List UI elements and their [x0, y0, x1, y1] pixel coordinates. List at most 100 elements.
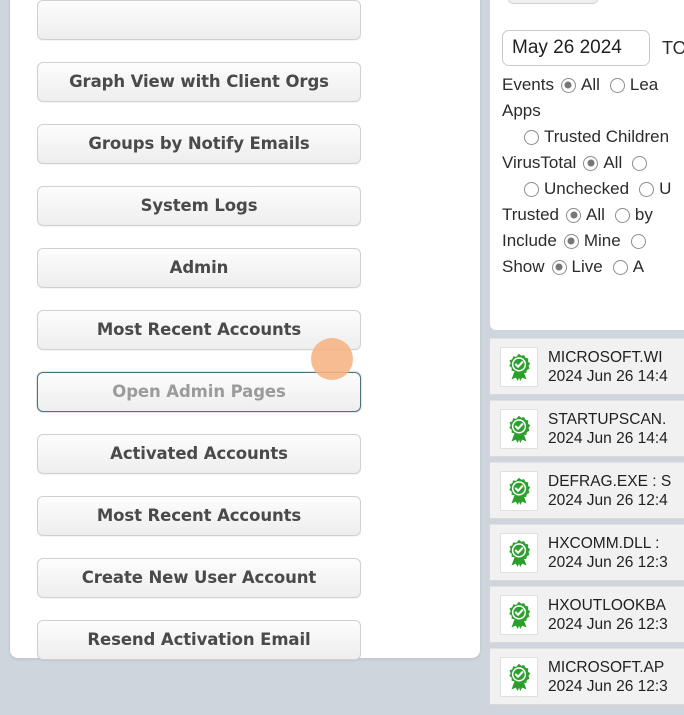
result-text-block: DEFRAG.EXE : S 2024 Jun 26 12:4: [548, 472, 671, 510]
app-screen: Graph View with Client Orgs Groups by Not…: [0, 0, 684, 715]
filter-option-include-1[interactable]: [630, 233, 651, 249]
green-award-badge-icon: [500, 408, 538, 449]
result-row[interactable]: HXOUTLOOKBA 2024 Jun 26 12:3: [490, 586, 684, 643]
radio-virustotal-1[interactable]: [632, 155, 648, 171]
result-app-name: MICROSOFT.WI: [548, 348, 663, 366]
filter-option-label-trusted-1[interactable]: by: [635, 205, 653, 225]
date-from-input[interactable]: [502, 30, 650, 66]
filter-option-events-1[interactable]: Lea: [609, 75, 658, 95]
filter-option-include-0[interactable]: Mine: [563, 231, 621, 251]
filter-option-label-trusted-0[interactable]: All: [586, 205, 605, 225]
filter-row-events: Events All Lea: [502, 72, 684, 98]
filter-option-rows: Events All Lea Apps Trusted Children VirusTot…: [502, 72, 684, 280]
radio-virustotal-0-selected[interactable]: [583, 155, 599, 171]
result-app-name: HXOUTLOOKBA: [548, 596, 666, 614]
nav-button-resend-activation-email[interactable]: Resend Activation Email: [37, 620, 361, 660]
result-timestamp: 2024 Jun 26 12:4: [548, 491, 668, 509]
green-award-badge-icon: [500, 532, 538, 573]
app-results-list: MICROSOFT.WI 2024 Jun 26 14:4 STARTUPSCAN.…: [490, 338, 684, 710]
filter-row-apps: Apps: [502, 98, 684, 124]
green-award-badge-icon: [500, 594, 538, 635]
filter-label-virustotal: VirusTotal: [502, 153, 577, 172]
result-row[interactable]: STARTUPSCAN. 2024 Jun 26 14:4: [490, 400, 684, 457]
nav-button-most-recent-accounts[interactable]: Most Recent Accounts: [37, 496, 361, 536]
filter-option-label-apps-children-0[interactable]: Trusted Children: [544, 127, 669, 147]
filter-option-show-0[interactable]: Live: [551, 257, 603, 277]
result-text-block: MICROSOFT.WI 2024 Jun 26 14:4: [548, 348, 668, 386]
filter-option-virustotal-2-1[interactable]: U: [639, 179, 671, 199]
result-timestamp: 2024 Jun 26 12:3: [548, 677, 668, 695]
result-app-name: HXCOMM.DLL :: [548, 534, 660, 552]
result-timestamp: 2024 Jun 26 14:4: [548, 367, 668, 385]
radio-show-1[interactable]: [612, 259, 628, 275]
result-text-block: HXCOMM.DLL :2024 Jun 26 12:3: [548, 534, 668, 572]
filter-option-virustotal-0[interactable]: All: [583, 153, 622, 173]
trust-apps-button[interactable]: Trust Apps: [508, 0, 598, 4]
result-text-block: HXOUTLOOKBA 2024 Jun 26 12:3: [548, 596, 668, 634]
filter-row-include: Include Mine: [502, 228, 684, 254]
left-nav-button-list: Graph View with Client Orgs Groups by Not…: [37, 0, 361, 682]
green-award-badge-icon: [500, 470, 538, 511]
left-nav-card: Graph View with Client Orgs Groups by Not…: [10, 0, 480, 660]
filter-label-show: Show: [502, 257, 545, 276]
filter-label-apps: Apps: [502, 101, 541, 120]
result-row[interactable]: DEFRAG.EXE : S 2024 Jun 26 12:4: [490, 462, 684, 519]
nav-button-admin[interactable]: Admin: [37, 248, 361, 288]
nav-button-graph-view-with-client-orgs[interactable]: Graph View with Client Orgs: [37, 62, 361, 102]
radio-trusted-0-selected[interactable]: [566, 207, 582, 223]
radio-include-0-selected[interactable]: [563, 233, 579, 249]
green-award-badge-icon: [500, 346, 538, 387]
nav-button-groups-by-notify-emails[interactable]: Groups by Notify Emails: [37, 124, 361, 164]
green-award-badge-icon: [500, 656, 538, 697]
filter-panel: Trust Apps TO Events All Lea AppsTrusted Ch…: [490, 0, 684, 330]
result-row[interactable]: HXCOMM.DLL :2024 Jun 26 12:3: [490, 524, 684, 581]
radio-include-1[interactable]: [630, 233, 646, 249]
filter-option-label-events-1[interactable]: Lea: [630, 75, 658, 95]
result-text-block: STARTUPSCAN. 2024 Jun 26 14:4: [548, 410, 668, 448]
filter-option-label-virustotal-2-0[interactable]: Unchecked: [544, 179, 629, 199]
filter-label-trusted: Trusted: [502, 205, 560, 224]
date-range-to-label: TO: [662, 38, 684, 58]
filter-option-label-show-0[interactable]: Live: [572, 257, 603, 277]
radio-apps-children-0[interactable]: [524, 129, 539, 145]
filter-option-show-1[interactable]: A: [612, 257, 644, 277]
nav-button-nav-item-0[interactable]: [37, 0, 361, 40]
filter-option-trusted-0[interactable]: All: [566, 205, 605, 225]
radio-show-0-selected[interactable]: [551, 259, 567, 275]
radio-virustotal-2-1[interactable]: [639, 181, 655, 197]
result-row[interactable]: MICROSOFT.AP 2024 Jun 26 12:3: [490, 648, 684, 705]
result-app-name: DEFRAG.EXE : S: [548, 472, 672, 490]
result-row[interactable]: MICROSOFT.WI 2024 Jun 26 14:4: [490, 338, 684, 395]
nav-button-open-admin-pages[interactable]: Open Admin Pages: [37, 372, 361, 412]
filter-row-show: Show Live A: [502, 254, 684, 280]
filter-option-label-include-0[interactable]: Mine: [584, 231, 621, 251]
filter-option-label-show-1[interactable]: A: [633, 257, 644, 277]
result-app-name: STARTUPSCAN.: [548, 410, 667, 428]
radio-virustotal-2-0[interactable]: [524, 181, 539, 197]
filter-label-include: Include: [502, 231, 557, 250]
result-timestamp: 2024 Jun 26 12:3: [548, 553, 668, 571]
nav-button-most-recent-accounts[interactable]: Most Recent Accounts: [37, 310, 361, 350]
filter-row-virustotal: VirusTotal All: [502, 150, 684, 176]
filter-option-virustotal-2-0[interactable]: Unchecked: [524, 179, 629, 199]
filter-option-virustotal-1[interactable]: [632, 155, 652, 171]
filter-option-label-events-0[interactable]: All: [581, 75, 600, 95]
filter-option-events-0[interactable]: All: [560, 75, 600, 95]
radio-trusted-1[interactable]: [614, 207, 630, 223]
nav-button-activated-accounts[interactable]: Activated Accounts: [37, 434, 361, 474]
filter-row-trusted: Trusted All by: [502, 202, 684, 228]
filter-option-trusted-1[interactable]: by: [614, 205, 653, 225]
nav-button-create-new-user-account[interactable]: Create New User Account: [37, 558, 361, 598]
result-text-block: MICROSOFT.AP 2024 Jun 26 12:3: [548, 658, 668, 696]
radio-events-0-selected[interactable]: [560, 77, 576, 93]
filter-row-virustotal-2: Unchecked U: [502, 176, 684, 202]
filter-option-apps-children-0[interactable]: Trusted Children: [524, 127, 669, 147]
result-timestamp: 2024 Jun 26 14:4: [548, 429, 668, 447]
radio-events-1[interactable]: [609, 77, 625, 93]
result-timestamp: 2024 Jun 26 12:3: [548, 615, 668, 633]
nav-button-system-logs[interactable]: System Logs: [37, 186, 361, 226]
filter-label-events: Events: [502, 75, 554, 94]
filter-option-label-virustotal-2-1[interactable]: U: [659, 179, 671, 199]
filter-row-apps-children: Trusted Children: [502, 124, 684, 150]
filter-option-label-virustotal-0[interactable]: All: [603, 153, 622, 173]
